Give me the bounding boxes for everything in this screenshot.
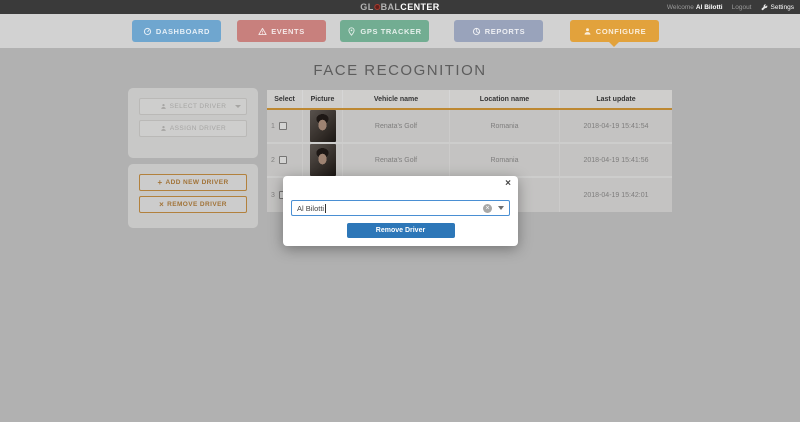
app-window: GL BALCENTER Welcome Al Bilotti Logout Set… bbox=[0, 0, 800, 422]
nav-events-label: EVENTS bbox=[271, 26, 305, 36]
gauge-icon bbox=[143, 27, 152, 35]
settings-label: Settings bbox=[770, 3, 795, 11]
person-icon bbox=[584, 27, 591, 35]
clear-icon[interactable]: × bbox=[483, 203, 492, 213]
logo-text-bal: BAL bbox=[380, 2, 401, 12]
nav-reports-button[interactable]: REPORTS bbox=[454, 20, 543, 42]
driver-select-input[interactable]: Al Bilotti × bbox=[291, 200, 510, 216]
topbar-user-area: Welcome Al Bilotti Logout Settings bbox=[667, 0, 794, 14]
driver-input-value: Al Bilotti bbox=[297, 203, 325, 213]
username: Al Bilotti bbox=[695, 3, 723, 11]
logo-text-center: CENTER bbox=[400, 2, 440, 12]
text-cursor bbox=[325, 203, 327, 213]
topbar: GL BALCENTER Welcome Al Bilotti Logout Set… bbox=[0, 0, 800, 14]
nav-configure-label: CONFIGURE bbox=[595, 26, 647, 36]
close-icon[interactable]: × bbox=[505, 177, 511, 191]
nav-reports-label: REPORTS bbox=[484, 26, 526, 36]
welcome-text: Welcome Al Bilotti bbox=[666, 3, 723, 11]
nav-configure-button[interactable]: CONFIGURE bbox=[570, 20, 659, 42]
logout-link[interactable]: Logout bbox=[732, 4, 752, 11]
main-navigation: DASHBOARD EVENTS GPS TRACKER REPORTS CON… bbox=[0, 14, 800, 48]
warning-icon bbox=[258, 27, 267, 35]
logo-target-icon bbox=[374, 4, 381, 11]
chevron-down-icon[interactable] bbox=[498, 206, 504, 210]
logo: GL BALCENTER bbox=[360, 0, 439, 14]
location-pin-icon bbox=[348, 26, 355, 36]
nav-dashboard-label: DASHBOARD bbox=[155, 26, 211, 36]
wrench-icon bbox=[761, 3, 767, 10]
logo-text-gl: GL bbox=[360, 2, 374, 12]
nav-gps-tracker-label: GPS TRACKER bbox=[360, 26, 422, 36]
nav-dashboard-button[interactable]: DASHBOARD bbox=[132, 20, 221, 42]
remove-driver-modal: × Al Bilotti × Remove Driver bbox=[283, 176, 518, 246]
nav-gps-tracker-button[interactable]: GPS TRACKER bbox=[340, 20, 429, 42]
modal-remove-driver-button[interactable]: Remove Driver bbox=[346, 223, 455, 238]
nav-events-button[interactable]: EVENTS bbox=[237, 20, 326, 42]
active-tab-caret bbox=[609, 42, 619, 47]
pie-chart-icon bbox=[472, 27, 480, 35]
settings-button[interactable]: Settings bbox=[761, 3, 795, 11]
